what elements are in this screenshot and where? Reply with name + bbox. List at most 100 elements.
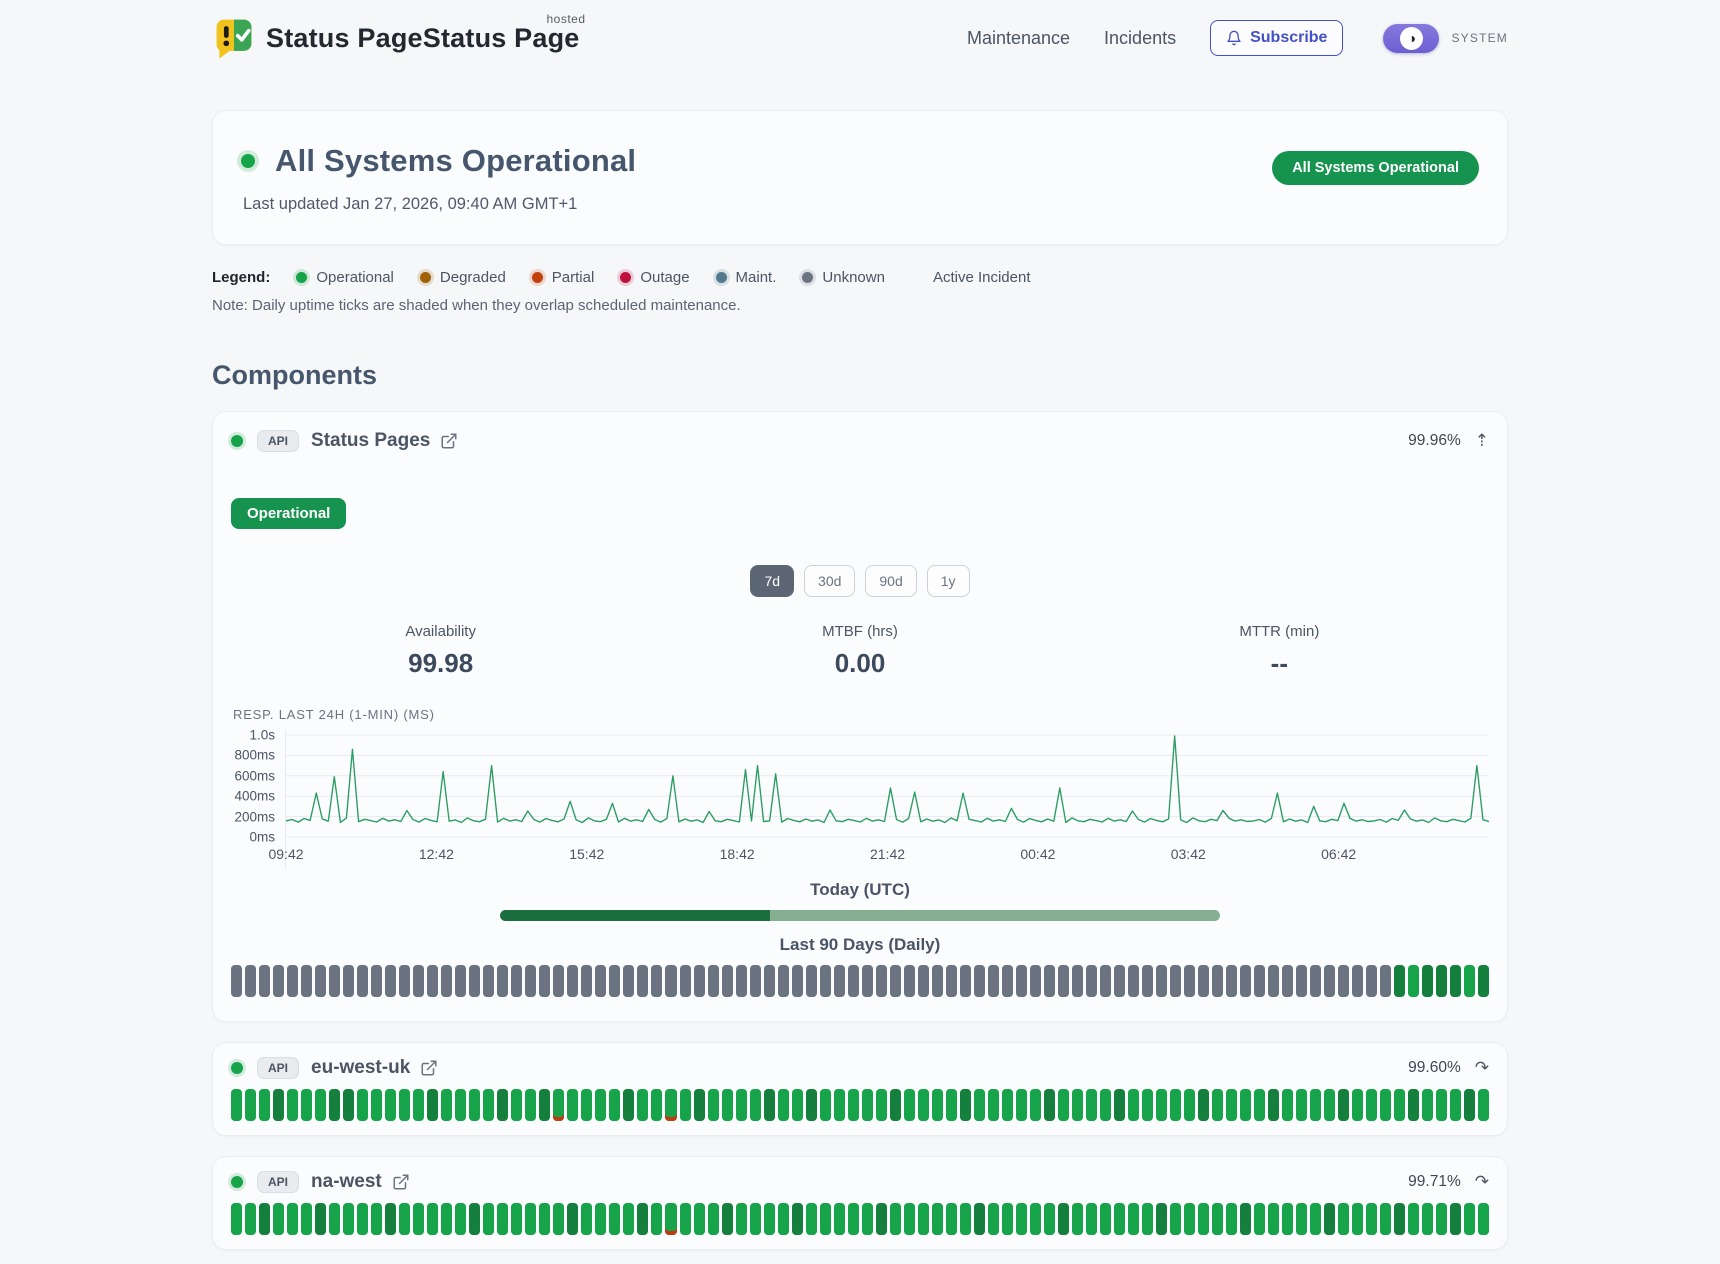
uptime-tick[interactable]	[469, 1089, 480, 1121]
uptime-tick[interactable]	[483, 965, 494, 997]
uptime-tick[interactable]	[1282, 965, 1293, 997]
uptime-tick[interactable]	[1156, 1089, 1167, 1121]
uptime-tick[interactable]	[525, 1089, 536, 1121]
uptime-tick[interactable]	[1408, 965, 1419, 997]
uptime-tick[interactable]	[1338, 965, 1349, 997]
collapse-arrow-icon[interactable]: ⇡	[1475, 431, 1489, 451]
uptime-tick[interactable]	[1478, 965, 1489, 997]
uptime-tick[interactable]	[708, 1089, 719, 1121]
uptime-tick[interactable]	[623, 965, 634, 997]
uptime-tick[interactable]	[581, 1203, 592, 1235]
uptime-tick[interactable]	[876, 1203, 887, 1235]
uptime-tick[interactable]	[231, 1089, 242, 1121]
component-header[interactable]: API Status Pages 99.96% ⇡	[231, 430, 1489, 452]
uptime-tick[interactable]	[932, 1089, 943, 1121]
uptime-tick[interactable]	[637, 965, 648, 997]
uptime-tick[interactable]	[1310, 965, 1321, 997]
uptime-tick[interactable]	[1016, 965, 1027, 997]
uptime-tick[interactable]	[413, 965, 424, 997]
uptime-tick[interactable]	[1366, 1203, 1377, 1235]
uptime-tick[interactable]	[1380, 965, 1391, 997]
nav-incidents[interactable]: Incidents	[1104, 28, 1176, 49]
uptime-tick[interactable]	[1058, 965, 1069, 997]
uptime-tick[interactable]	[1212, 1203, 1223, 1235]
uptime-tick[interactable]	[525, 965, 536, 997]
uptime-tick[interactable]	[273, 1203, 284, 1235]
uptime-tick[interactable]	[1352, 1089, 1363, 1121]
theme-toggle[interactable]: ◑	[1383, 24, 1439, 53]
uptime-tick[interactable]	[1198, 1089, 1209, 1121]
uptime-tick[interactable]	[259, 1089, 270, 1121]
uptime-tick[interactable]	[301, 1203, 312, 1235]
uptime-tick[interactable]	[834, 965, 845, 997]
range-button-30d[interactable]: 30d	[804, 565, 855, 597]
uptime-tick[interactable]	[1128, 965, 1139, 997]
uptime-tick[interactable]	[455, 965, 466, 997]
uptime-tick[interactable]	[469, 965, 480, 997]
uptime-tick[interactable]	[301, 1089, 312, 1121]
uptime-tick[interactable]	[1464, 1089, 1475, 1121]
component-header[interactable]: API na-west 99.71% ↷	[231, 1171, 1489, 1193]
range-button-7d[interactable]: 7d	[750, 565, 794, 597]
uptime-tick[interactable]	[539, 965, 550, 997]
uptime-tick[interactable]	[511, 965, 522, 997]
uptime-tick[interactable]	[1436, 965, 1447, 997]
uptime-tick[interactable]	[623, 1203, 634, 1235]
uptime-tick[interactable]	[848, 965, 859, 997]
uptime-tick[interactable]	[441, 1089, 452, 1121]
uptime-tick[interactable]	[722, 1089, 733, 1121]
uptime-tick[interactable]	[623, 1089, 634, 1121]
uptime-tick[interactable]	[1072, 1089, 1083, 1121]
uptime-tick[interactable]	[609, 1089, 620, 1121]
uptime-tick[interactable]	[483, 1089, 494, 1121]
uptime-tick[interactable]	[1352, 1203, 1363, 1235]
uptime-tick[interactable]	[694, 965, 705, 997]
uptime-tick[interactable]	[1478, 1203, 1489, 1235]
uptime-tick[interactable]	[1156, 965, 1167, 997]
uptime-tick[interactable]	[553, 1089, 564, 1121]
uptime-tick[interactable]	[1030, 965, 1041, 997]
uptime-tick[interactable]	[1086, 965, 1097, 997]
uptime-tick[interactable]	[385, 1089, 396, 1121]
uptime-tick[interactable]	[427, 1089, 438, 1121]
uptime-tick[interactable]	[988, 965, 999, 997]
uptime-tick[interactable]	[1254, 1089, 1265, 1121]
uptime-tick[interactable]	[1240, 1089, 1251, 1121]
uptime-tick[interactable]	[1394, 1203, 1405, 1235]
uptime-tick[interactable]	[1380, 1203, 1391, 1235]
uptime-tick[interactable]	[1100, 965, 1111, 997]
uptime-tick[interactable]	[1030, 1203, 1041, 1235]
uptime-tick[interactable]	[1128, 1089, 1139, 1121]
uptime-tick[interactable]	[581, 1089, 592, 1121]
uptime-tick[interactable]	[1142, 1203, 1153, 1235]
uptime-tick[interactable]	[1184, 1203, 1195, 1235]
uptime-tick[interactable]	[357, 1203, 368, 1235]
uptime-tick[interactable]	[918, 1203, 929, 1235]
uptime-tick[interactable]	[1142, 965, 1153, 997]
uptime-tick[interactable]	[1450, 1089, 1461, 1121]
uptime-tick[interactable]	[287, 1203, 298, 1235]
uptime-tick[interactable]	[1016, 1203, 1027, 1235]
uptime-tick[interactable]	[862, 1203, 873, 1235]
uptime-tick[interactable]	[1310, 1089, 1321, 1121]
uptime-tick[interactable]	[1268, 965, 1279, 997]
uptime-tick[interactable]	[946, 1089, 957, 1121]
uptime-tick[interactable]	[1422, 1089, 1433, 1121]
uptime-tick[interactable]	[988, 1089, 999, 1121]
uptime-tick[interactable]	[834, 1089, 845, 1121]
uptime-tick[interactable]	[708, 965, 719, 997]
uptime-tick[interactable]	[792, 1089, 803, 1121]
uptime-tick[interactable]	[778, 1089, 789, 1121]
uptime-tick[interactable]	[1072, 965, 1083, 997]
uptime-tick[interactable]	[876, 965, 887, 997]
uptime-tick[interactable]	[904, 1089, 915, 1121]
uptime-tick[interactable]	[680, 965, 691, 997]
uptime-tick[interactable]	[946, 965, 957, 997]
uptime-tick[interactable]	[1240, 965, 1251, 997]
uptime-tick[interactable]	[680, 1089, 691, 1121]
uptime-tick[interactable]	[736, 965, 747, 997]
uptime-tick[interactable]	[343, 1203, 354, 1235]
brand-logo[interactable]: Status PageStatus Page hosted	[212, 16, 580, 60]
uptime-tick[interactable]	[1408, 1089, 1419, 1121]
uptime-tick[interactable]	[1170, 1203, 1181, 1235]
